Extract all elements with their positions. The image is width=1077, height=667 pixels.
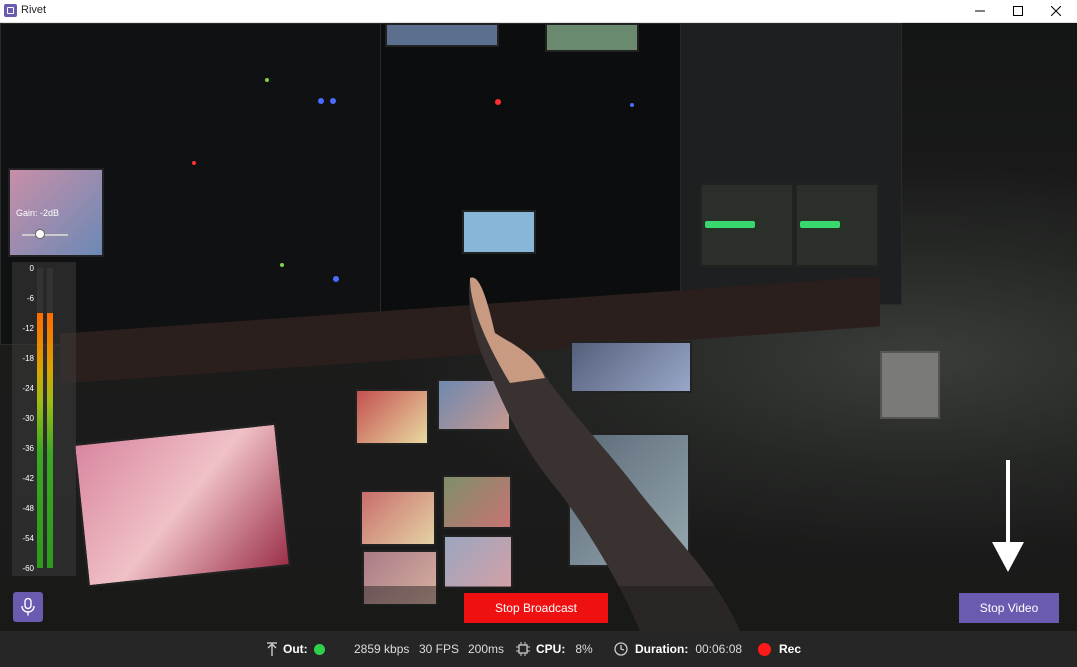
- out-indicator: [313, 643, 325, 655]
- mic-button[interactable]: [13, 592, 43, 622]
- led-blue-4: [630, 103, 634, 107]
- rec-indicator: [758, 642, 771, 656]
- meter-fill-right: [47, 313, 53, 568]
- cpu-value: 8%: [575, 642, 593, 656]
- deck-led-bar-1: [705, 221, 755, 228]
- gain-label: Gain: -2dB: [16, 208, 60, 218]
- gain-slider-thumb[interactable]: [34, 229, 45, 239]
- meter-scale-label: -36: [22, 444, 34, 453]
- cpu-status: CPU: 8%: [516, 642, 593, 656]
- maximize-button[interactable]: [999, 0, 1037, 22]
- led-green-1: [265, 78, 269, 82]
- led-green-2: [280, 263, 284, 267]
- stop-broadcast-button[interactable]: Stop Broadcast: [464, 593, 608, 623]
- close-button[interactable]: [1037, 0, 1075, 22]
- rec-status: Rec: [758, 642, 801, 656]
- meter-bar-left: [37, 268, 43, 568]
- microphone-icon: [21, 598, 35, 616]
- minimize-icon: [975, 10, 985, 12]
- monitor-top-right: [545, 23, 639, 52]
- video-preview: [0, 23, 1077, 631]
- fps-value: 30 FPS: [419, 642, 460, 656]
- presenter-arm: [469, 277, 740, 631]
- led-blue-3: [333, 276, 339, 282]
- wall-box: [880, 351, 940, 419]
- close-icon: [1051, 6, 1061, 16]
- gain-slider[interactable]: [22, 226, 68, 242]
- window-title: Rivet: [21, 4, 47, 16]
- minimize-button[interactable]: [961, 0, 999, 22]
- upload-icon: [267, 642, 277, 656]
- latency-value: 200ms: [468, 642, 505, 656]
- monitor-crowd: [73, 422, 291, 588]
- meter-bar-right: [47, 268, 53, 568]
- led-blue-1: [318, 98, 324, 104]
- maximize-icon: [1013, 6, 1023, 16]
- meter-scale-label: -42: [22, 474, 34, 483]
- meter-scale-label: -30: [22, 414, 34, 423]
- out-label: Out:: [283, 642, 308, 656]
- stop-video-button[interactable]: Stop Video: [959, 593, 1059, 623]
- meter-scale-label: -24: [22, 384, 34, 393]
- rec-label: Rec: [779, 642, 802, 656]
- meter-scale-label: -6: [26, 294, 34, 303]
- meter-scale-label: -60: [22, 564, 34, 573]
- cpu-icon: [516, 642, 530, 656]
- meter-scale-label: -12: [22, 324, 34, 333]
- meter-scale-label: -18: [22, 354, 34, 363]
- audio-level-meter: 0 -6 -12 -18 -24 -30 -36 -42 -48 -54 -60: [12, 262, 76, 576]
- meter-scale-label: 0: [29, 264, 34, 273]
- duration-label: Duration:: [635, 642, 689, 656]
- duration-status: Duration: 00:06:08: [614, 642, 742, 656]
- down-arrow-annotation: [992, 460, 1024, 572]
- clock-icon: [614, 642, 628, 656]
- monitor-top-center: [385, 23, 499, 47]
- duration-value: 00:06:08: [695, 642, 743, 656]
- monitor-small-1: [355, 389, 429, 445]
- monitor-small-3: [360, 490, 436, 546]
- gain-slider-track: [22, 234, 68, 236]
- meter-scale-label: -54: [22, 534, 34, 543]
- status-bar: Out: 2859 kbps 30 FPS 200ms CPU: 8% Dura…: [0, 631, 1077, 667]
- meter-scale-label: -48: [22, 504, 34, 513]
- meter-fill-left: [37, 313, 43, 568]
- led-red-2: [192, 161, 196, 165]
- device-display: [462, 210, 536, 254]
- deck-led-bar-2: [800, 221, 840, 228]
- led-blue-2: [330, 98, 336, 104]
- cpu-label: CPU:: [536, 642, 566, 656]
- out-status: Out:: [267, 642, 325, 656]
- title-bar: Rivet: [0, 0, 1077, 23]
- bitrate-value: 2859 kbps: [354, 642, 410, 656]
- rivet-app-icon: [4, 4, 17, 17]
- led-red-1: [495, 99, 501, 105]
